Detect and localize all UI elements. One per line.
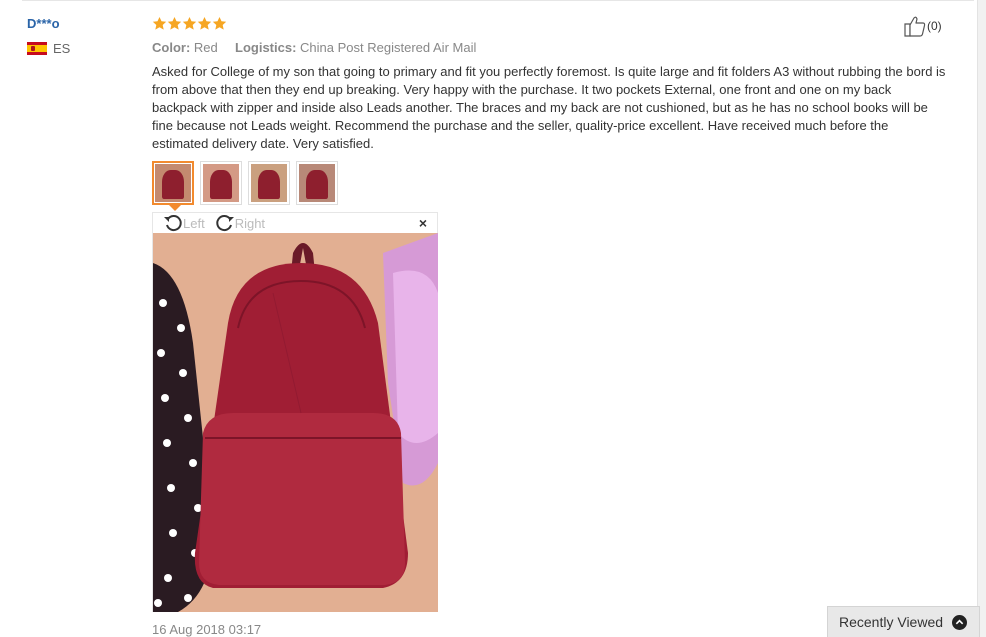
rotate-left-label: Left <box>183 215 205 231</box>
rotate-right-icon <box>215 213 235 233</box>
star-icon <box>212 16 227 31</box>
star-icon <box>182 16 197 31</box>
photo-viewer-toolbar: Left Right × <box>153 213 437 233</box>
recently-viewed-button[interactable]: Recently Viewed <box>827 606 980 637</box>
logistics-label: Logistics: <box>235 40 297 55</box>
review-date: 16 Aug 2018 03:17 <box>152 622 262 637</box>
star-rating <box>152 14 952 32</box>
color-value: Red <box>193 40 218 55</box>
close-viewer-button[interactable]: × <box>419 215 427 231</box>
spain-flag-icon <box>27 42 47 55</box>
page-scrollbar[interactable] <box>977 0 986 637</box>
photo-thumbnail[interactable] <box>248 161 290 205</box>
rotate-right-label: Right <box>234 215 266 231</box>
order-info: Color: Red Logistics: China Post Registe… <box>152 39 952 56</box>
color-label: Color: <box>152 40 191 55</box>
chevron-up-icon <box>952 614 968 630</box>
photo-thumbnails <box>152 161 338 205</box>
rotate-right-button[interactable]: Right <box>215 213 265 233</box>
photo-thumbnail[interactable] <box>200 161 242 205</box>
rotate-left-icon <box>163 213 183 233</box>
helpful-count: (0) <box>927 19 942 33</box>
buyer-info: D***o ES <box>27 16 70 56</box>
helpful-button[interactable]: (0) <box>903 15 942 37</box>
recently-viewed-label: Recently Viewed <box>839 614 944 630</box>
photo-thumbnail[interactable] <box>296 161 338 205</box>
review-text: Asked for College of my son that going t… <box>152 64 946 151</box>
active-thumbnail-pointer <box>168 204 182 211</box>
thumbs-up-icon <box>903 15 927 37</box>
review-content: Color: Red Logistics: China Post Registe… <box>152 14 952 153</box>
buyer-name[interactable]: D***o <box>27 16 70 32</box>
buyer-country: ES <box>27 41 70 56</box>
star-icon <box>152 16 167 31</box>
rotate-left-button[interactable]: Left <box>163 213 205 233</box>
top-divider <box>22 0 974 1</box>
photo-viewer: Left Right × <box>152 212 438 612</box>
photo-thumbnail[interactable] <box>152 161 194 205</box>
country-code: ES <box>53 41 71 56</box>
logistics-value: China Post Registered Air Mail <box>300 40 477 55</box>
review-photo <box>153 233 438 612</box>
star-icon <box>167 16 182 31</box>
star-icon <box>197 16 212 31</box>
